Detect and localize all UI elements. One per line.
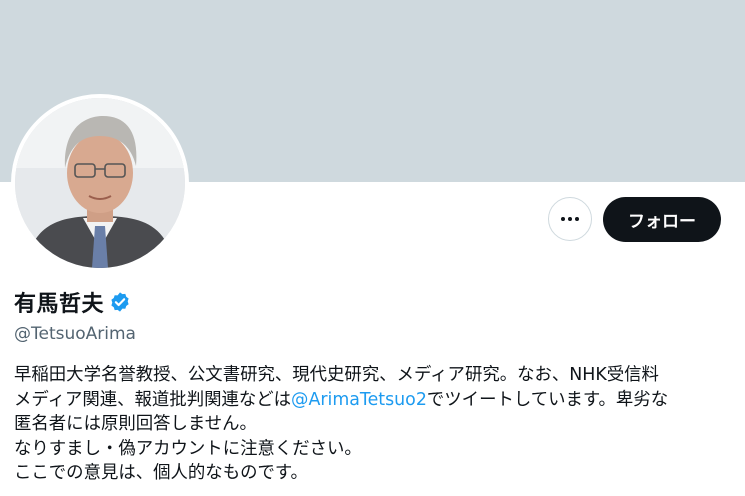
mention-link[interactable]: @ArimaTetsuo2	[291, 390, 427, 410]
bio-line: 早稲田大学名誉教授、公文書研究、現代史研究、メディア研究。なお、NHK受信料	[14, 365, 659, 385]
bio-line: メディア関連、報道批判関連などは@ArimaTetsuo2でツイートしています。…	[14, 388, 739, 413]
follow-button[interactable]: フォロー	[603, 197, 721, 242]
avatar[interactable]	[15, 98, 185, 268]
more-horizontal-icon	[561, 217, 579, 221]
avatar-ring	[11, 94, 189, 272]
avatar-photo	[15, 98, 185, 268]
display-name: 有馬哲夫	[14, 292, 105, 317]
bio-line: なりすまし・偽アカウントに注意ください。	[14, 438, 362, 459]
name-row: 有馬哲夫	[14, 286, 131, 318]
bio-text: でツイートしています。卑劣な	[426, 389, 669, 410]
bio-line: 匿名者には原則回答しません。	[14, 414, 257, 434]
profile-bio: 早稲田大学名誉教授、公文書研究、現代史研究、メディア研究。なお、NHK受信料 メ…	[14, 363, 739, 486]
bio-line: ここでの意見は、個人的なものです。	[14, 463, 308, 483]
more-options-button[interactable]	[548, 197, 592, 241]
user-handle: @TetsuoArima	[14, 324, 136, 344]
bio-text: メディア関連、報道批判関連などは	[14, 389, 292, 410]
verified-badge-icon[interactable]	[109, 291, 131, 313]
